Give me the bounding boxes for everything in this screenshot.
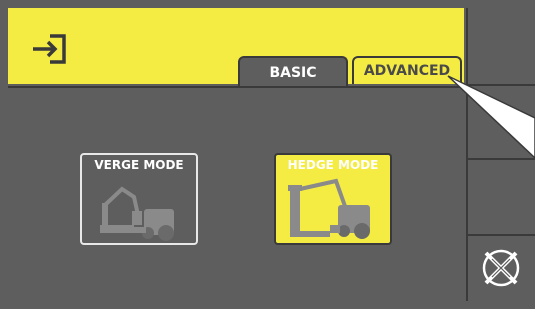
verge-mode-button[interactable]: VERGE MODE	[80, 153, 198, 245]
exit-arrow-icon[interactable]	[30, 32, 68, 66]
hedge-mode-button[interactable]: HEDGE MODE	[274, 153, 392, 245]
hedge-cutter-icon	[288, 178, 370, 239]
hedge-mode-label: HEDGE MODE	[287, 158, 379, 172]
verge-mode-label: VERGE MODE	[94, 158, 184, 172]
sidebar-button-3[interactable]	[468, 160, 535, 234]
sidebar-button-cancel[interactable]	[468, 236, 535, 301]
tab-basic[interactable]: BASIC	[238, 56, 348, 88]
screen: BASIC ADVANCED VERGE MODE HEDGE MODE	[0, 0, 535, 309]
mode-panel: VERGE MODE HEDGE MODE	[8, 86, 464, 303]
tab-advanced[interactable]: ADVANCED	[352, 56, 462, 84]
right-sidebar	[466, 8, 535, 301]
sidebar-button-2[interactable]	[468, 86, 535, 158]
tab-basic-label: BASIC	[269, 65, 317, 81]
verge-mower-icon	[100, 186, 174, 241]
tab-advanced-label: ADVANCED	[363, 63, 451, 79]
sidebar-button-1[interactable]	[468, 8, 535, 84]
cancel-x-icon	[482, 249, 520, 287]
